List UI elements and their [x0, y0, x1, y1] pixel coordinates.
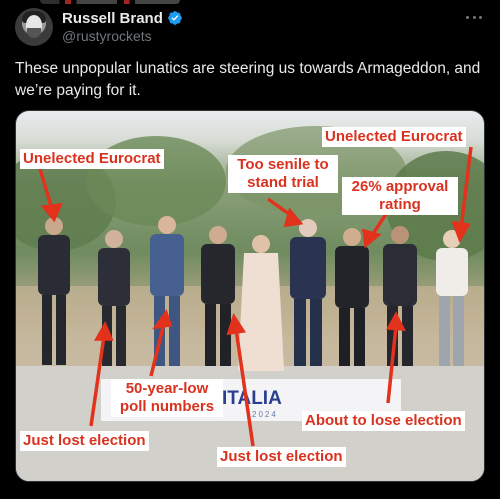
- annotation-just-lost-election-left: Just lost election: [20, 431, 149, 451]
- banner-text: ITALIA: [222, 388, 282, 409]
- annotation-poll-numbers: 50-year-low poll numbers: [111, 379, 223, 417]
- tweet-header: Russell Brand @rustyrockets: [15, 8, 485, 48]
- verified-badge-icon: [168, 11, 182, 25]
- tweet-photo[interactable]: ITALIA 2024 7: [15, 110, 485, 482]
- author-name-row[interactable]: Russell Brand: [62, 9, 183, 27]
- more-options-icon[interactable]: [463, 8, 485, 26]
- annotation-unelected-eurocrat-left: Unelected Eurocrat: [20, 149, 164, 169]
- annotation-unelected-eurocrat-right: Unelected Eurocrat: [322, 127, 466, 147]
- tweet-text: These unpopular lunatics are steering us…: [15, 60, 481, 99]
- avatar[interactable]: [15, 8, 53, 46]
- repost-context-strip: [0, 0, 500, 6]
- annotation-just-lost-election-center: Just lost election: [217, 447, 346, 467]
- annotation-too-senile: Too senile to stand trial: [228, 155, 338, 193]
- display-name[interactable]: Russell Brand: [62, 10, 163, 27]
- annotation-about-to-lose-election: About to lose election: [302, 411, 465, 431]
- handle[interactable]: @rustyrockets: [62, 28, 152, 44]
- banner-year: 2024: [252, 410, 278, 419]
- annotation-approval-rating: 26% approval rating: [342, 177, 458, 215]
- person-5: [238, 235, 284, 371]
